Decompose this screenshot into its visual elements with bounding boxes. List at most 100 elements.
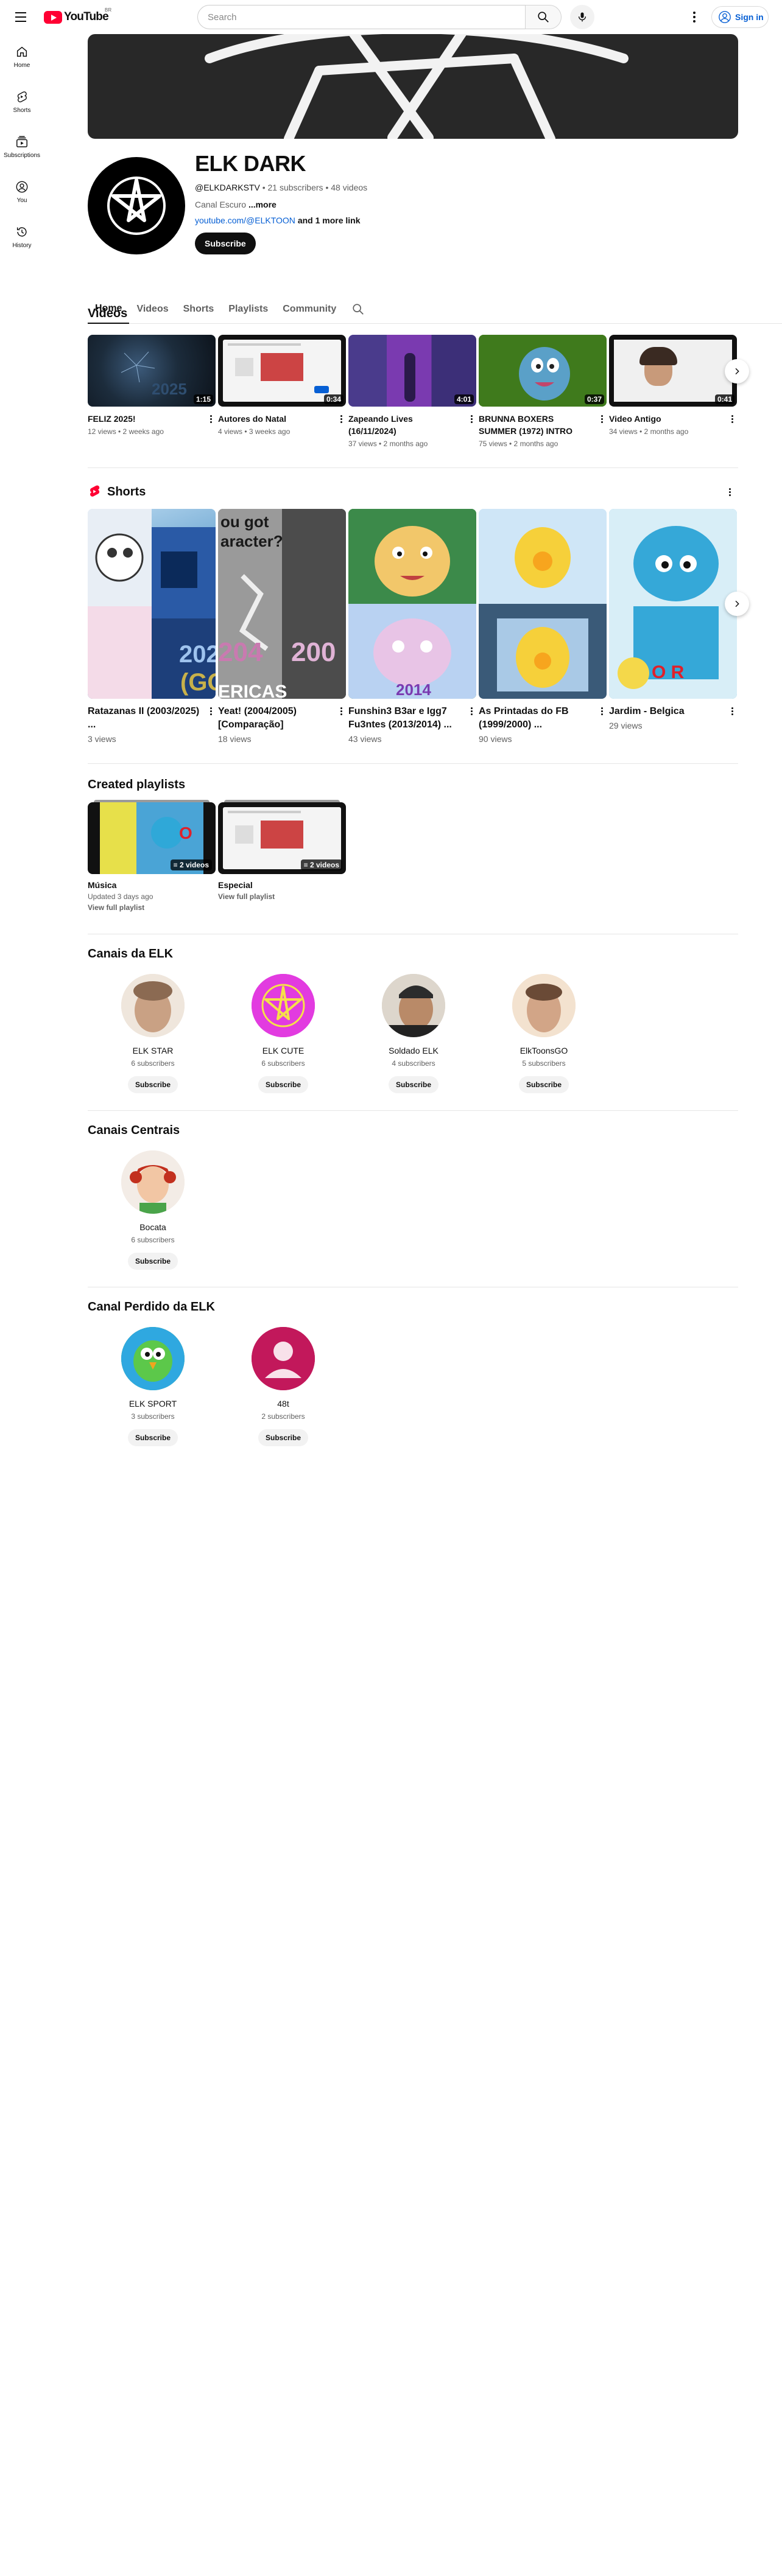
channel-subscribe-button[interactable]: Subscribe <box>127 1076 178 1093</box>
video-menu-button[interactable] <box>468 413 475 425</box>
description-more[interactable]: ...more <box>248 200 277 209</box>
view-playlist-link[interactable]: View full playlist <box>88 903 216 912</box>
short-thumbnail[interactable] <box>479 509 607 699</box>
search-button[interactable] <box>525 5 562 29</box>
video-card[interactable]: 2025 1:15 FELIZ 2025! 12 views • 2 weeks… <box>88 335 216 448</box>
channels-section-title[interactable]: Canal Perdido da ELK <box>88 1300 215 1314</box>
channel-subscribe-button[interactable]: Subscribe <box>258 1076 309 1093</box>
video-menu-button[interactable] <box>598 413 605 425</box>
subscribe-button[interactable]: Subscribe <box>195 233 256 254</box>
view-playlist-link[interactable]: View full playlist <box>218 892 346 901</box>
channel-card-name[interactable]: ELK SPORT <box>129 1399 177 1409</box>
video-thumbnail[interactable]: 2025 1:15 <box>88 335 216 407</box>
channel-subscribe-button[interactable]: Subscribe <box>518 1076 569 1093</box>
rail-item-shorts[interactable]: Shorts <box>0 79 44 124</box>
more-links[interactable]: and 1 more link <box>298 215 361 225</box>
short-menu-button[interactable] <box>598 705 605 717</box>
settings-more-button[interactable] <box>685 7 704 27</box>
channel-subscribe-button[interactable]: Subscribe <box>388 1076 439 1093</box>
short-title[interactable]: As Printadas do FB (1999/2000) ... <box>479 705 607 732</box>
shorts-menu-button[interactable] <box>726 486 733 498</box>
tab-community[interactable]: Community <box>275 295 343 324</box>
channel-avatar[interactable] <box>512 974 576 1037</box>
tab-playlists[interactable]: Playlists <box>221 295 275 324</box>
short-menu-button[interactable] <box>468 705 475 717</box>
short-card[interactable]: 2014 Funshin3 B3ar e Igg7 Fu3ntes (2013/… <box>348 509 476 744</box>
video-card[interactable]: 0:41 Video Antigo 34 views • 2 months ag… <box>609 335 737 448</box>
search-input[interactable] <box>197 5 526 29</box>
rail-item-subscriptions[interactable]: Subscriptions <box>0 124 44 169</box>
short-menu-button[interactable] <box>207 705 214 717</box>
short-menu-button[interactable] <box>728 705 736 717</box>
playlist-card[interactable]: ≡ 2 videos Especial View full playlist <box>218 800 346 912</box>
video-title[interactable]: Video Antigo <box>609 413 737 425</box>
channel-card[interactable]: Soldado ELK 4 subscribers Subscribe <box>348 974 479 1093</box>
channel-card[interactable]: Bocata 6 subscribers Subscribe <box>88 1150 218 1270</box>
channel-card[interactable]: ElkToonsGO 5 subscribers Subscribe <box>479 974 609 1093</box>
channel-avatar[interactable] <box>121 1327 185 1390</box>
video-menu-button[interactable] <box>337 413 345 425</box>
channel-avatar[interactable] <box>252 974 315 1037</box>
channel-card-name[interactable]: ELK STAR <box>133 1046 174 1055</box>
channel-description[interactable]: Canal Escuro ...more <box>195 200 277 209</box>
short-title[interactable]: Ratazanas II (2003/2025) ... <box>88 705 216 732</box>
channel-card-name[interactable]: Soldado ELK <box>389 1046 439 1055</box>
short-card[interactable]: ou got aracter? 204 200 ERICAS Yeat! (2004/2… <box>218 509 346 744</box>
channel-subscribe-button[interactable]: Subscribe <box>127 1253 178 1270</box>
playlists-section-title[interactable]: Created playlists <box>88 778 185 792</box>
short-thumbnail[interactable]: ou got aracter? 204 200 ERICAS <box>218 509 346 699</box>
channel-card[interactable]: 48t 2 subscribers Subscribe <box>218 1327 348 1446</box>
channel-card-name[interactable]: ElkToonsGO <box>520 1046 568 1055</box>
video-thumbnail[interactable]: 0:34 <box>218 335 346 407</box>
playlist-title[interactable]: Especial <box>218 880 346 890</box>
channel-subscribe-button[interactable]: Subscribe <box>127 1429 178 1446</box>
menu-icon[interactable] <box>12 9 29 26</box>
video-title[interactable]: BRUNNA BOXERS SUMMER (1972) INTRO <box>479 413 607 437</box>
short-thumbnail[interactable]: 202(GO <box>88 509 216 699</box>
short-title[interactable]: Funshin3 B3ar e Igg7 Fu3ntes (2013/2014)… <box>348 705 476 732</box>
video-title[interactable]: FELIZ 2025! <box>88 413 216 425</box>
tab-shorts[interactable]: Shorts <box>176 295 222 324</box>
short-menu-button[interactable] <box>337 705 345 717</box>
shorts-section-title[interactable]: Shorts <box>107 485 146 499</box>
channels-section-title[interactable]: Canais Centrais <box>88 1124 180 1138</box>
channel-avatar[interactable] <box>121 1150 185 1214</box>
channel-link[interactable]: youtube.com/@ELKTOON <box>195 215 295 225</box>
tab-videos[interactable]: Videos <box>129 295 175 324</box>
channel-subscribe-button[interactable]: Subscribe <box>258 1429 309 1446</box>
video-card[interactable]: 0:37 BRUNNA BOXERS SUMMER (1972) INTRO 7… <box>479 335 607 448</box>
video-title[interactable]: Zapeando Lives (16/11/2024) <box>348 413 476 437</box>
channel-card-name[interactable]: ELK CUTE <box>262 1046 304 1055</box>
short-title[interactable]: Yeat! (2004/2005) [Comparação] <box>218 705 346 732</box>
channel-search-button[interactable] <box>343 295 373 324</box>
video-menu-button[interactable] <box>728 413 736 425</box>
channel-card-name[interactable]: Bocata <box>139 1222 166 1232</box>
videos-section-title[interactable]: Videos <box>88 307 127 321</box>
video-title[interactable]: Autores do Natal <box>218 413 346 425</box>
short-card[interactable]: 202(GO Ratazanas II (2003/2025) ... 3 vi… <box>88 509 216 744</box>
channel-avatar[interactable] <box>382 974 445 1037</box>
channel-avatar[interactable] <box>121 974 185 1037</box>
rail-item-history[interactable]: History <box>0 214 44 259</box>
channel-card[interactable]: ELK CUTE 6 subscribers Subscribe <box>218 974 348 1093</box>
short-thumbnail[interactable]: 2014 <box>348 509 476 699</box>
short-card[interactable]: O R Jardim - Belgica 29 views <box>609 509 737 744</box>
rail-item-you[interactable]: You <box>0 169 44 214</box>
playlist-thumbnail[interactable]: ≡ 2 videos <box>218 802 346 874</box>
channel-card-name[interactable]: 48t <box>277 1399 289 1409</box>
video-thumbnail[interactable]: 4:01 <box>348 335 476 407</box>
channels-section-title[interactable]: Canais da ELK <box>88 947 173 961</box>
short-card[interactable]: As Printadas do FB (1999/2000) ... 90 vi… <box>479 509 607 744</box>
video-thumbnail[interactable]: 0:37 <box>479 335 607 407</box>
playlist-card[interactable]: O ≡ 2 videos Música Updated 3 days ago V… <box>88 800 216 912</box>
video-card[interactable]: 4:01 Zapeando Lives (16/11/2024) 37 view… <box>348 335 476 448</box>
video-card[interactable]: 0:34 Autores do Natal 4 views • 3 weeks … <box>218 335 346 448</box>
rail-item-home[interactable]: Home <box>0 34 44 79</box>
channel-card[interactable]: ELK SPORT 3 subscribers Subscribe <box>88 1327 218 1446</box>
youtube-logo[interactable]: YouTube BR <box>44 7 111 24</box>
short-thumbnail[interactable]: O R <box>609 509 737 699</box>
channel-card[interactable]: ELK STAR 6 subscribers Subscribe <box>88 974 218 1093</box>
playlist-thumbnail[interactable]: O ≡ 2 videos <box>88 802 216 874</box>
short-title[interactable]: Jardim - Belgica <box>609 705 737 718</box>
videos-next-button[interactable] <box>725 359 749 383</box>
